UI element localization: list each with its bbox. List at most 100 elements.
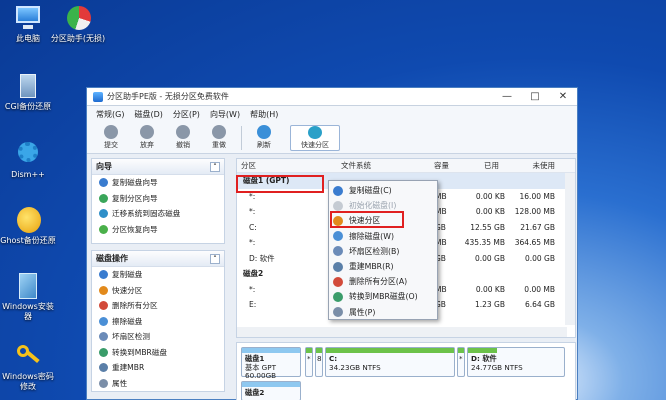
wizard-item-migrate-os[interactable]: 迁移系统到固态磁盘 [92, 206, 224, 222]
disk1-block[interactable]: 磁盘1 基本 GPT 60.00GB [241, 347, 301, 380]
migrate-os-icon [99, 209, 108, 219]
title-bar: 分区助手PE版 - 无损分区免费软件 — □ ✕ [87, 88, 577, 106]
disk-op-label: 快速分区 [112, 285, 143, 295]
menu-wizard[interactable]: 向导(W) [205, 109, 245, 120]
desktop-icon-dism[interactable]: Dism++ [0, 140, 56, 180]
window-title: 分区助手PE版 - 无损分区免费软件 [107, 92, 229, 101]
submit-icon [104, 125, 118, 139]
disk-ops-panel-header[interactable]: 磁盘操作 ˄ [92, 251, 224, 267]
quick-partition-button[interactable]: 快速分区 [290, 124, 340, 151]
disk-op-label: 重建MBR [112, 363, 145, 373]
desktop-icon-label: Windows安装器 [2, 302, 54, 321]
disk-op-label: 坏扇区检测 [112, 332, 150, 342]
desktop-icon-partition-assistant[interactable]: 分区助手(无损) [50, 4, 106, 44]
menu-bar: 常规(G) 磁盘(D) 分区(P) 向导(W) 帮助(H) [87, 106, 577, 122]
desktop-icon-cgi[interactable]: CGI备份还原 [0, 72, 56, 112]
disk-op-label: 擦除磁盘 [112, 316, 143, 326]
wizard-item-label: 分区恢复向导 [112, 224, 158, 234]
col-partition[interactable]: 分区 [237, 160, 337, 171]
row-partition: D: 软件 [249, 253, 275, 263]
ctx-convert-mbr[interactable]: 转换到MBR磁盘(O) [329, 289, 437, 304]
desktop-icon-this-pc[interactable]: 此电脑 [0, 4, 56, 44]
maximize-button[interactable]: □ [521, 88, 549, 106]
desktop-icon-windows-installer[interactable]: Windows安装器 [0, 272, 56, 322]
redo-button[interactable]: 重做 [201, 123, 237, 153]
context-menu: 复制磁盘(C) 初始化磁盘(I) 快速分区 擦除磁盘(W) 坏扇区检测(B) 重… [328, 180, 438, 320]
wizard-item-copy-partition[interactable]: 复制分区向导 [92, 191, 224, 207]
menu-help[interactable]: 帮助(H) [245, 109, 283, 120]
wizard-panel-title: 向导 [96, 162, 112, 171]
disk2-block[interactable]: 磁盘2 [241, 381, 301, 400]
wizard-item-copy-disk[interactable]: 复制磁盘向导 [92, 175, 224, 191]
partition-small-block[interactable]: * [305, 347, 313, 377]
disk-op-wipe[interactable]: 擦除磁盘 [92, 314, 224, 330]
minimize-button[interactable]: — [493, 88, 521, 106]
ghost-icon [13, 206, 43, 234]
close-button[interactable]: ✕ [549, 88, 577, 106]
row-partition: *: [249, 238, 256, 248]
col-free[interactable]: 未使用 [503, 160, 559, 171]
disk-op-convert-mbr[interactable]: 转换到MBR磁盘 [92, 345, 224, 361]
ctx-delete-all[interactable]: 删除所有分区(A) [329, 274, 437, 289]
collapse-icon[interactable]: ˄ [210, 161, 220, 172]
convert-icon [333, 291, 343, 302]
disk2-label: 磁盘2 [243, 269, 264, 279]
redo-icon [212, 125, 226, 139]
vertical-scrollbar[interactable] [565, 173, 575, 325]
undo-label: 撤销 [176, 141, 190, 149]
disk-op-rebuild-mbr[interactable]: 重建MBR [92, 360, 224, 376]
desktop-icon-label: CGI备份还原 [4, 102, 52, 111]
ctx-rebuild-mbr[interactable]: 重建MBR(R) [329, 259, 437, 274]
menu-general[interactable]: 常规(G) [91, 109, 129, 120]
disk-op-quick-partition[interactable]: 快速分区 [92, 283, 224, 299]
wipe-icon [333, 231, 343, 242]
bad-sector-icon [333, 246, 343, 257]
partition-small-block[interactable]: * [457, 347, 465, 377]
row-used: 0.00 KB [475, 191, 505, 201]
disk-op-copy-disk[interactable]: 复制磁盘 [92, 267, 224, 283]
wizard-panel-header[interactable]: 向导 ˄ [92, 159, 224, 175]
ctx-bad-sector[interactable]: 坏扇区检测(B) [329, 244, 437, 259]
delete-icon [333, 276, 343, 287]
desktop-icon-windows-password[interactable]: Windows密码修改 [0, 342, 56, 392]
partition-small-block[interactable]: 8 [315, 347, 323, 377]
disk-op-delete-all[interactable]: 删除所有分区 [92, 298, 224, 314]
desktop-icon-label: 分区助手(无损) [50, 34, 106, 43]
ctx-properties[interactable]: 属性(P) [329, 305, 437, 320]
desktop-icon-ghost[interactable]: Ghost备份还原 [0, 206, 56, 246]
collapse-icon[interactable]: ˄ [210, 253, 220, 264]
undo-button[interactable]: 撤销 [165, 123, 201, 153]
partition-c-block[interactable]: C: 34.23GB NTFS [325, 347, 455, 377]
disk-ops-panel: 磁盘操作 ˄ 复制磁盘 快速分区 删除所有分区 擦除磁盘 坏扇区检测 转换到MB… [91, 250, 225, 392]
menu-disk[interactable]: 磁盘(D) [129, 109, 167, 120]
row-used: 435.35 MB [464, 238, 505, 248]
horizontal-scrollbar[interactable] [237, 327, 567, 337]
ctx-label: 删除所有分区(A) [349, 277, 408, 287]
discard-button[interactable]: 放弃 [129, 123, 165, 153]
col-used[interactable]: 已用 [453, 160, 503, 171]
row-free: 0.00 MB [524, 284, 555, 294]
disk-op-label: 转换到MBR磁盘 [112, 347, 168, 357]
col-capacity[interactable]: 容量 [409, 160, 453, 171]
desktop-icon-label: 此电脑 [16, 34, 40, 43]
refresh-button[interactable]: 刷新 [246, 123, 282, 153]
ctx-wipe-disk[interactable]: 擦除磁盘(W) [329, 229, 437, 244]
wizard-item-partition-recovery[interactable]: 分区恢复向导 [92, 222, 224, 238]
disk-op-label: 复制磁盘 [112, 270, 143, 280]
properties-icon [333, 307, 343, 318]
quick-partition-icon [308, 125, 322, 139]
col-filesystem[interactable]: 文件系统 [337, 160, 409, 171]
menu-partition[interactable]: 分区(P) [168, 109, 205, 120]
ctx-copy-disk[interactable]: 复制磁盘(C) [329, 183, 437, 198]
submit-button[interactable]: 提交 [93, 123, 129, 153]
row-used: 0.00 GB [474, 253, 505, 263]
refresh-icon [257, 125, 271, 139]
row-partition: *: [249, 284, 256, 294]
partition-d-block[interactable]: D: 软件 24.77GB NTFS [467, 347, 565, 377]
disk-op-properties[interactable]: 属性 [92, 376, 224, 392]
disk-op-bad-sector[interactable]: 坏扇区检测 [92, 329, 224, 345]
cgi-backup-icon [13, 72, 43, 100]
small-partition-label: * [307, 354, 311, 363]
row-free: 16.00 MB [519, 191, 555, 201]
row-free: 21.67 GB [520, 222, 555, 232]
